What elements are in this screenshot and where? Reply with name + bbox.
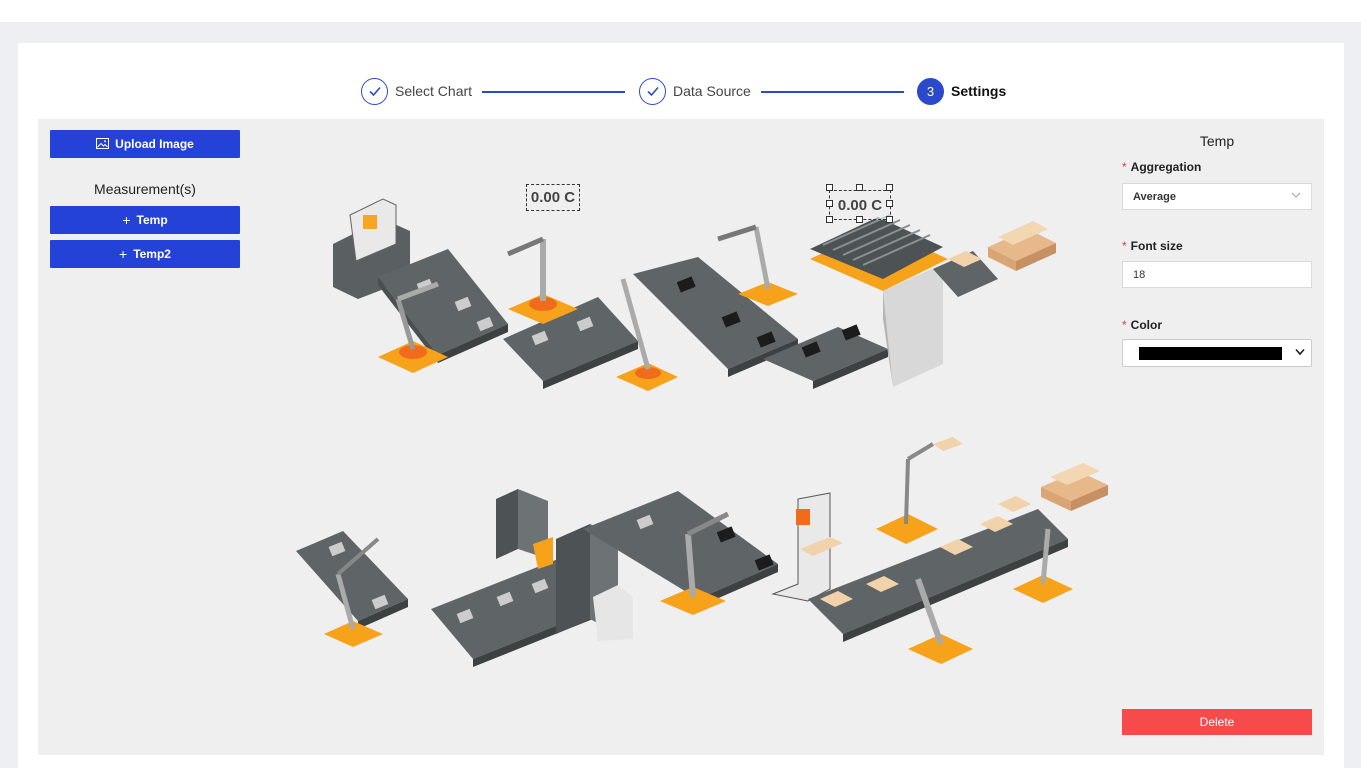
resize-handle[interactable] bbox=[856, 184, 863, 191]
chevron-down-icon bbox=[1291, 190, 1301, 202]
bottom-production-line bbox=[296, 437, 1108, 667]
measurement-label: Temp bbox=[136, 213, 168, 227]
temp2-value-text: 0.00 C bbox=[837, 196, 883, 214]
resize-handle[interactable] bbox=[886, 184, 893, 191]
aggregation-label: * Aggregation bbox=[1122, 160, 1202, 174]
temp-value-text: 0.00 C bbox=[530, 189, 576, 206]
step-data-source[interactable]: Data Source bbox=[639, 76, 751, 106]
resize-handle[interactable] bbox=[886, 200, 893, 207]
aggregation-select[interactable]: Average bbox=[1122, 183, 1312, 210]
upload-image-label: Upload Image bbox=[115, 137, 194, 151]
font-size-value: 18 bbox=[1133, 268, 1146, 281]
delete-button[interactable]: Delete bbox=[1122, 709, 1312, 735]
add-measurement-temp-button[interactable]: + Temp bbox=[50, 206, 240, 234]
top-production-line bbox=[333, 198, 1056, 391]
delete-label: Delete bbox=[1199, 715, 1235, 729]
stacked-boxes-bottom bbox=[1041, 463, 1108, 511]
check-icon bbox=[361, 77, 388, 105]
check-icon bbox=[639, 77, 666, 105]
font-size-label: * Font size bbox=[1122, 239, 1183, 253]
wizard-stepper: Select Chart Data Source 3 Settings bbox=[0, 76, 1361, 106]
measurement-label: Temp2 bbox=[133, 247, 171, 261]
step-label: Settings bbox=[951, 83, 1007, 99]
step-connector bbox=[761, 91, 904, 93]
resize-handle[interactable] bbox=[826, 200, 833, 207]
stacked-boxes bbox=[988, 221, 1056, 271]
required-marker: * bbox=[1122, 318, 1127, 332]
step-connector bbox=[482, 91, 625, 93]
color-swatch bbox=[1139, 347, 1282, 360]
resize-handle[interactable] bbox=[886, 216, 893, 223]
font-size-input[interactable]: 18 bbox=[1122, 261, 1312, 288]
measurements-title: Measurement(s) bbox=[94, 181, 196, 197]
add-measurement-temp2-button[interactable]: + Temp2 bbox=[50, 240, 240, 268]
step-select-chart[interactable]: Select Chart bbox=[361, 76, 472, 106]
plus-icon: + bbox=[119, 246, 128, 262]
step-number: 3 bbox=[917, 77, 944, 105]
step-settings[interactable]: 3 Settings bbox=[917, 76, 1006, 106]
step-label: Data Source bbox=[673, 83, 751, 99]
upload-image-button[interactable]: Upload Image bbox=[50, 130, 240, 158]
temp-value-label[interactable]: 0.00 C bbox=[526, 184, 580, 211]
settings-title: Temp bbox=[1199, 133, 1235, 149]
step-label: Select Chart bbox=[395, 83, 473, 99]
color-select[interactable] bbox=[1122, 339, 1312, 367]
resize-handle[interactable] bbox=[826, 216, 833, 223]
aggregation-value: Average bbox=[1133, 190, 1177, 203]
resize-handle[interactable] bbox=[856, 216, 863, 223]
required-marker: * bbox=[1122, 239, 1127, 253]
required-marker: * bbox=[1122, 160, 1127, 174]
chevron-down-icon bbox=[1295, 345, 1305, 359]
plus-icon: + bbox=[122, 212, 131, 228]
resize-handle[interactable] bbox=[826, 184, 833, 191]
image-icon bbox=[96, 136, 110, 152]
color-label: * Color bbox=[1122, 318, 1163, 332]
